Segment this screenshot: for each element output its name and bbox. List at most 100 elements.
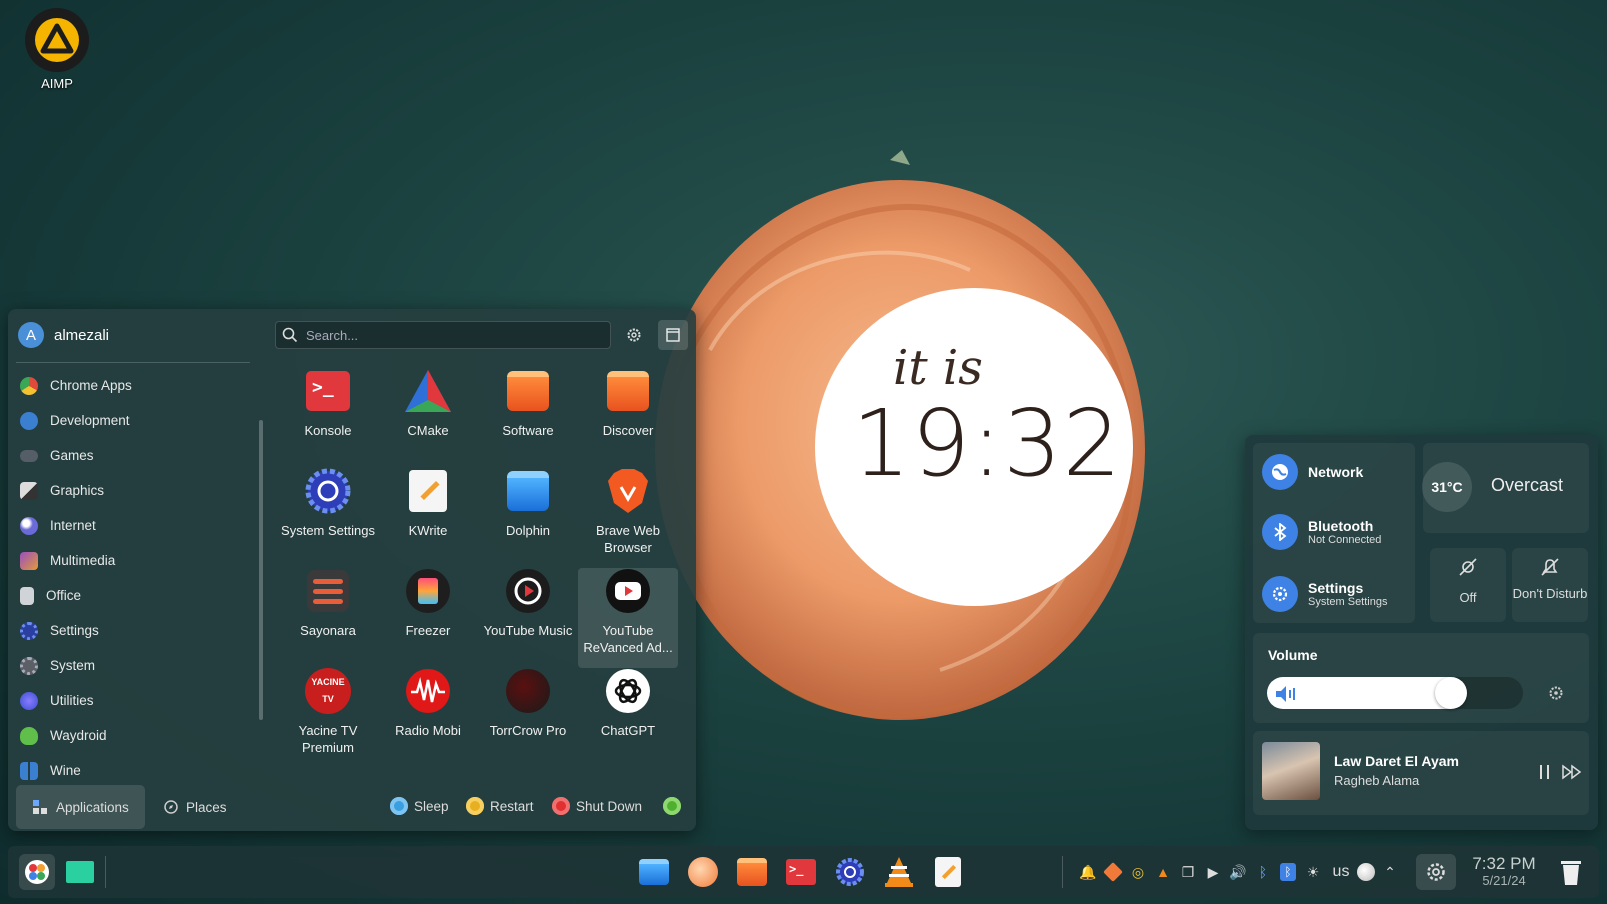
sayonara-icon	[305, 568, 351, 614]
app-discover[interactable]: Discover	[578, 368, 678, 439]
app-yacine-tv[interactable]: YACINE TV Yacine TV Premium	[278, 668, 378, 756]
dolphin-icon	[639, 859, 669, 885]
category-office[interactable]: Office	[16, 578, 248, 613]
vlc-tray-icon[interactable]: ▲	[1153, 862, 1173, 882]
taskbar-kwrite[interactable]	[930, 854, 966, 890]
app-kwrite[interactable]: KWrite	[378, 468, 478, 539]
shutdown-button[interactable]: Shut Down	[552, 797, 642, 815]
launcher-settings-gear-icon[interactable]	[626, 327, 642, 343]
taskbar-konsole[interactable]: >_	[783, 854, 819, 890]
category-development[interactable]: Development	[16, 403, 248, 438]
sleep-icon	[390, 797, 408, 815]
clock-time-display[interactable]: 7:32 PM	[1469, 854, 1539, 874]
category-settings[interactable]: Settings	[16, 613, 248, 648]
konsole-icon: >_	[305, 368, 351, 414]
app-konsole[interactable]: >_ Konsole	[278, 368, 378, 439]
taskbar-software[interactable]	[734, 854, 770, 890]
track-artist: Ragheb Alama	[1334, 773, 1420, 788]
app-brave[interactable]: Brave Web Browser	[578, 468, 678, 556]
volume-tray-icon[interactable]: 🔊	[1228, 862, 1248, 882]
user-header[interactable]: A almezali	[18, 322, 109, 348]
do-not-disturb-toggle[interactable]: Don't Disturb	[1512, 548, 1588, 622]
network-status-tray-icon[interactable]: ◎	[1128, 862, 1148, 882]
album-art	[1262, 742, 1320, 800]
app-cmake[interactable]: CMake	[378, 368, 478, 439]
media-player-tray-icon[interactable]: ▶	[1203, 862, 1223, 882]
browser-icon	[688, 857, 718, 887]
search-field[interactable]	[275, 321, 611, 349]
system-settings-icon	[305, 468, 351, 514]
clock-date-display[interactable]: 5/21/24	[1469, 873, 1539, 888]
settings-shortcut[interactable]: Settings System Settings	[1262, 576, 1387, 612]
search-icon	[282, 327, 298, 343]
category-graphics[interactable]: Graphics	[16, 473, 248, 508]
pin-icon	[666, 328, 680, 342]
notifications-tray-icon[interactable]: 🔔	[1078, 862, 1098, 882]
sleep-button[interactable]: Sleep	[390, 797, 449, 815]
app-torrcrow[interactable]: TorrCrow Pro	[478, 668, 578, 739]
pause-icon[interactable]	[1538, 764, 1552, 780]
package-updates-tray-icon[interactable]	[1103, 862, 1123, 882]
chevron-up-icon[interactable]: ⌃	[1380, 862, 1400, 882]
volume-slider-handle[interactable]	[1435, 677, 1467, 709]
audio-settings-gear-icon[interactable]	[1548, 685, 1564, 701]
night-light-toggle[interactable]: Off	[1430, 548, 1506, 622]
tab-places[interactable]: Places	[148, 785, 243, 829]
more-power-options-button[interactable]	[663, 797, 681, 815]
app-sayonara[interactable]: Sayonara	[278, 568, 378, 639]
trash-icon	[1561, 861, 1581, 885]
chrome-icon	[20, 376, 38, 395]
app-freezer[interactable]: Freezer	[378, 568, 478, 639]
panel-layout-icon	[66, 861, 94, 883]
bluetooth-tray-icon[interactable]: ᛒ	[1253, 862, 1273, 882]
compass-icon	[164, 800, 178, 814]
category-waydroid[interactable]: Waydroid	[16, 718, 248, 753]
category-internet[interactable]: Internet	[16, 508, 248, 543]
brightness-tray-icon[interactable]: ☀	[1303, 862, 1323, 882]
app-radio-mobi[interactable]: Radio Mobi	[378, 668, 478, 739]
next-track-icon[interactable]	[1562, 764, 1582, 780]
category-utilities[interactable]: Utilities	[16, 683, 248, 718]
quick-settings-button[interactable]	[1416, 854, 1456, 890]
taskbar-browser[interactable]	[685, 854, 721, 890]
taskbar-vlc[interactable]	[881, 854, 917, 890]
category-games[interactable]: Games	[16, 438, 248, 473]
pin-launcher-button[interactable]	[658, 320, 688, 350]
restart-button[interactable]: Restart	[466, 797, 534, 815]
keyboard-layout-tray-icon[interactable]: us	[1327, 862, 1355, 882]
vlc-icon	[885, 857, 913, 887]
category-chrome-apps[interactable]: Chrome Apps	[16, 368, 248, 403]
app-youtube-revanced[interactable]: YouTube ReVanced Ad...	[578, 568, 678, 668]
app-youtube-music[interactable]: YouTube Music	[478, 568, 578, 639]
app-software[interactable]: Software	[478, 368, 578, 439]
network-globe-icon	[1262, 454, 1298, 490]
search-input[interactable]	[304, 326, 598, 344]
category-multimedia[interactable]: Multimedia	[16, 543, 248, 578]
launcher-button[interactable]	[19, 854, 55, 890]
globe-tray-icon[interactable]	[1356, 862, 1376, 882]
app-chatgpt[interactable]: ChatGPT	[578, 668, 678, 739]
trash-button[interactable]	[1553, 854, 1589, 890]
brave-icon	[605, 468, 651, 514]
network-toggle[interactable]: Network	[1262, 454, 1363, 490]
taskbar-panel-button[interactable]	[62, 854, 98, 890]
chatgpt-icon	[605, 668, 651, 714]
desktop-icon-aimp[interactable]: AIMP	[20, 8, 94, 91]
bluetooth-toggle[interactable]: Bluetooth Not Connected	[1262, 514, 1381, 550]
tab-applications[interactable]: Applications	[16, 785, 145, 829]
category-wine[interactable]: Wine	[16, 753, 248, 788]
taskbar-system-settings[interactable]	[832, 854, 868, 890]
power-icon	[552, 797, 570, 815]
desktop-icon-label: AIMP	[41, 76, 73, 91]
category-system[interactable]: System	[16, 648, 248, 683]
taskbar-dolphin[interactable]	[636, 854, 672, 890]
youtube-revanced-icon	[605, 568, 651, 614]
clipboard-tray-icon[interactable]: ❐	[1178, 862, 1198, 882]
system-settings-icon	[836, 858, 864, 886]
bluetooth-manager-tray-icon[interactable]: ᛒ	[1278, 862, 1298, 882]
app-system-settings[interactable]: System Settings	[278, 468, 378, 539]
category-scrollbar[interactable]	[259, 420, 263, 720]
utilities-icon	[20, 691, 38, 710]
app-dolphin[interactable]: Dolphin	[478, 468, 578, 539]
document-icon	[20, 586, 34, 605]
